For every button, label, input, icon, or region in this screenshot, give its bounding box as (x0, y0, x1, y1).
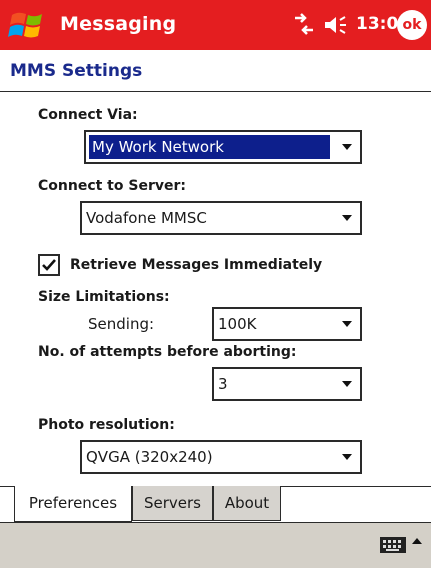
page-header: MMS Settings (0, 50, 431, 92)
connect-server-value: Vodafone MMSC (86, 209, 207, 227)
page-title: MMS Settings (10, 61, 143, 81)
command-bar (0, 522, 431, 568)
connectivity-arrows-icon[interactable] (292, 12, 316, 38)
chevron-down-icon[interactable] (334, 132, 360, 162)
connect-via-label: Connect Via: (38, 107, 138, 123)
attempts-dropdown[interactable]: 3 (212, 367, 362, 401)
chevron-down-icon[interactable] (334, 203, 360, 233)
photo-resolution-dropdown[interactable]: QVGA (320x240) (80, 440, 362, 474)
checkmark-icon (42, 259, 56, 271)
keyboard-icon[interactable] (380, 537, 406, 553)
speaker-icon[interactable] (322, 14, 348, 36)
retrieve-label[interactable]: Retrieve Messages Immediately (70, 257, 322, 273)
sip-up-arrow-icon[interactable] (412, 538, 422, 544)
tab-preferences[interactable]: Preferences (14, 486, 132, 522)
sending-value: 100K (218, 315, 257, 333)
chevron-down-icon[interactable] (334, 369, 360, 399)
chevron-down-icon[interactable] (334, 309, 360, 339)
connect-server-label: Connect to Server: (38, 178, 186, 194)
tab-about[interactable]: About (213, 486, 281, 521)
photo-resolution-value: QVGA (320x240) (86, 448, 213, 466)
windows-flag-icon[interactable] (8, 9, 48, 41)
title-bar: Messaging 13:00 ok (0, 0, 431, 50)
size-limitations-label: Size Limitations: (38, 289, 170, 305)
app-title[interactable]: Messaging (60, 13, 176, 35)
attempts-value: 3 (218, 375, 228, 393)
tab-servers[interactable]: Servers (132, 486, 213, 521)
connect-via-dropdown[interactable]: My Work Network (84, 130, 362, 164)
retrieve-checkbox[interactable] (38, 254, 60, 276)
connect-via-value: My Work Network (92, 138, 224, 156)
photo-resolution-label: Photo resolution: (38, 417, 175, 433)
chevron-down-icon[interactable] (334, 442, 360, 472)
sending-dropdown[interactable]: 100K (212, 307, 362, 341)
sending-label: Sending: (88, 315, 155, 333)
ok-button[interactable]: ok (397, 10, 427, 40)
connect-server-dropdown[interactable]: Vodafone MMSC (80, 201, 362, 235)
attempts-label: No. of attempts before aborting: (38, 344, 297, 360)
